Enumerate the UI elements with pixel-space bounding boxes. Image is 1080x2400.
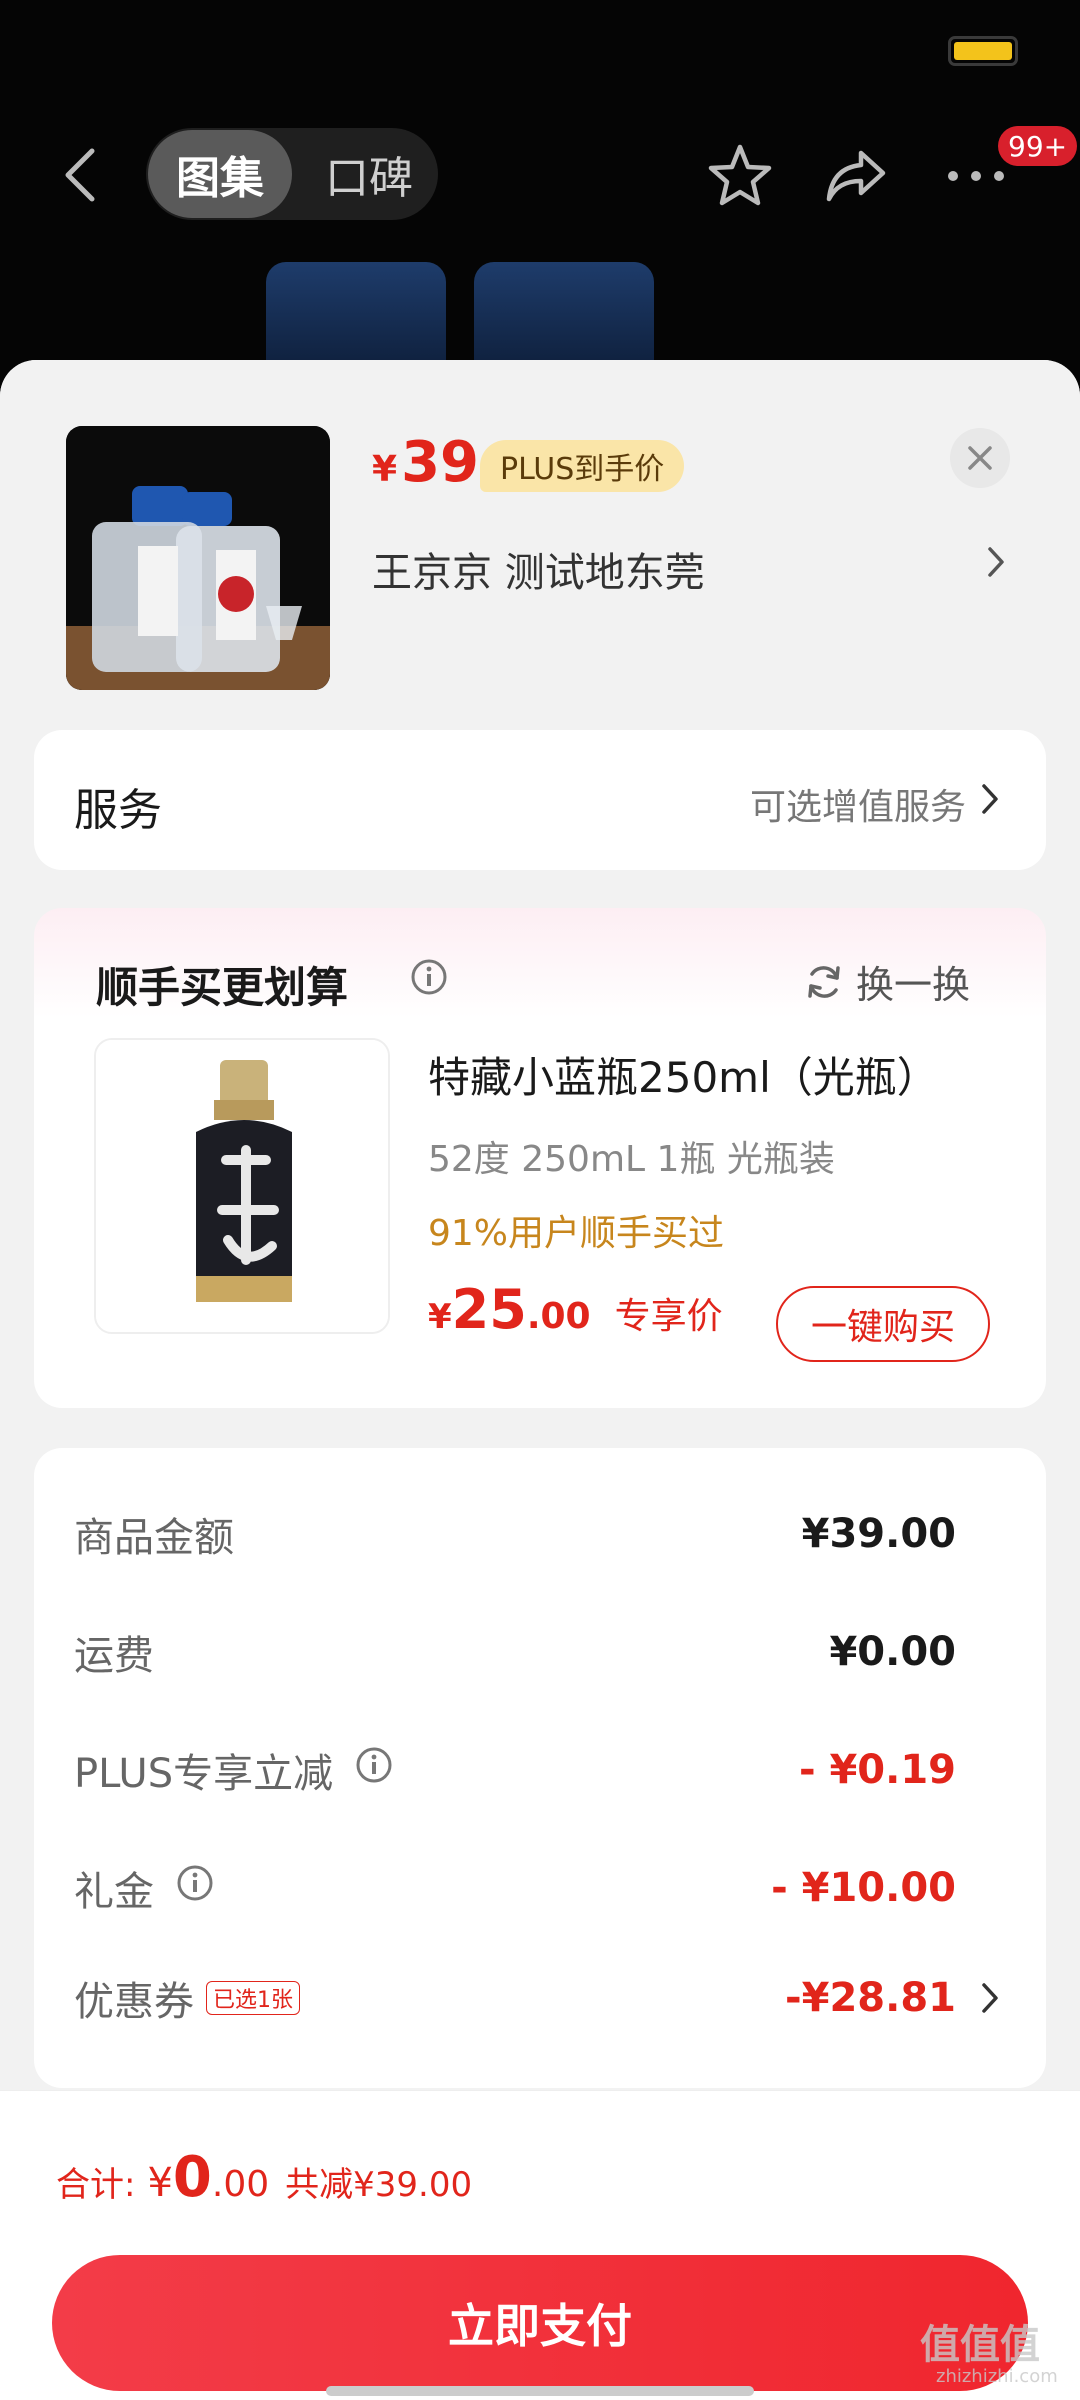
row-label: 商品金额: [74, 1515, 234, 1561]
row-value: - ¥10.00: [771, 1865, 956, 1911]
close-icon: [968, 446, 992, 470]
summary-row-shipping: 运费 ¥0.00: [74, 1622, 956, 1682]
service-label: 服务: [74, 785, 162, 836]
order-summary: 商品金额 ¥39.00 运费 ¥0.00 PLUS专享立减 - ¥0.19 礼金: [34, 1448, 1046, 2088]
chevron-right-icon[interactable]: [986, 545, 1006, 583]
row-value: - ¥0.19: [798, 1747, 956, 1793]
chevron-left-icon: [65, 148, 95, 202]
total-integer: 0: [172, 2145, 212, 2210]
favorite-button[interactable]: [702, 138, 778, 214]
close-button[interactable]: [950, 428, 1010, 488]
row-label: 运费: [74, 1633, 154, 1679]
share-button[interactable]: [818, 138, 894, 214]
swap-label: 换一换: [856, 963, 971, 1007]
home-indicator[interactable]: [326, 2386, 754, 2396]
upsell-title: 顺手买更划算: [96, 963, 349, 1012]
plus-price-tag: PLUS到手价: [480, 440, 685, 492]
info-icon[interactable]: [410, 958, 448, 1000]
price-decimal: .00: [526, 1296, 591, 1337]
currency-symbol: ¥: [372, 449, 398, 490]
product-gallery-header: 图集 口碑 99+: [0, 0, 1080, 420]
total-decimal: .00: [211, 2164, 270, 2205]
share-icon: [826, 150, 886, 202]
coupon-selected-chip: 已选1张: [206, 1981, 300, 2015]
product-price: ¥ 39: [372, 430, 479, 495]
row-label: 礼金: [74, 1869, 154, 1915]
row-label: PLUS专享立减: [74, 1751, 334, 1797]
upsell-product-spec: 52度 250mL 1瓶 光瓶装: [428, 1139, 835, 1180]
summary-row-subtotal: 商品金额 ¥39.00: [74, 1504, 956, 1564]
exclusive-price-label: 专享价: [614, 1296, 723, 1337]
pay-now-button[interactable]: 立即支付: [52, 2255, 1028, 2391]
swap-button[interactable]: 换一换: [804, 954, 970, 1009]
upsell-price: ¥ 25 .00 专享价: [428, 1278, 723, 1341]
summary-row-gift-money: 礼金 - ¥10.00: [74, 1858, 956, 1918]
row-label-group: 礼金: [74, 1859, 214, 1917]
info-icon[interactable]: [176, 1864, 214, 1912]
upsell-product-image[interactable]: [94, 1038, 390, 1334]
row-label: 优惠券: [74, 1979, 194, 2025]
watermark-url: zhizhizhi.com: [936, 2366, 1058, 2387]
chevron-right-icon: [980, 782, 1000, 820]
row-value: ¥0.00: [829, 1629, 956, 1675]
price-integer: 25: [451, 1278, 527, 1341]
star-icon: [708, 144, 772, 206]
price-value: 39: [401, 430, 479, 495]
summary-row-plus-discount: PLUS专享立减 - ¥0.19: [74, 1740, 956, 1800]
battery-icon: [948, 36, 1018, 66]
service-value: 可选增值服务: [749, 787, 966, 828]
upsell-product-name[interactable]: 特藏小蓝瓶250ml（光瓶）: [428, 1044, 939, 1105]
service-row[interactable]: 服务 可选增值服务: [34, 730, 1046, 870]
currency-symbol: ¥: [428, 1297, 452, 1337]
one-click-buy-button[interactable]: 一键购买: [776, 1286, 990, 1362]
delivery-address[interactable]: 王京京 测试地东莞: [372, 540, 705, 598]
row-value: ¥39.00: [801, 1511, 956, 1557]
order-total: 合计: ¥ 0 .00 共减¥39.00: [56, 2145, 472, 2210]
info-icon[interactable]: [355, 1746, 393, 1794]
back-button[interactable]: [50, 140, 110, 210]
product-summary: ¥ 39 PLUS到手价 王京京 测试地东莞: [0, 360, 1080, 730]
product-thumbnail: [66, 426, 330, 690]
row-label-group: PLUS专享立减: [74, 1741, 393, 1799]
upsell-purchase-stat: 91%用户顺手买过: [428, 1213, 725, 1254]
currency-symbol: ¥: [147, 2160, 173, 2206]
total-label: 合计:: [56, 2165, 136, 2205]
tab-gallery[interactable]: 图集: [148, 130, 292, 218]
chevron-right-icon[interactable]: [980, 1981, 1000, 2019]
upsell-card: 顺手买更划算 换一换 特藏小蓝瓶250ml（光瓶） 52度 250mL 1瓶 光…: [34, 908, 1046, 1408]
tab-reviews[interactable]: 口碑: [306, 130, 432, 218]
refresh-icon: [808, 965, 840, 998]
notification-badge: 99+: [998, 126, 1078, 166]
row-value: -¥28.81: [785, 1975, 956, 2021]
gallery-tab-switch: 图集 口碑: [146, 128, 438, 220]
total-saved: 共减¥39.00: [285, 2165, 473, 2205]
summary-row-coupon[interactable]: 优惠券 已选1张 -¥28.81: [74, 1968, 956, 2028]
product-image-peek: [474, 262, 654, 372]
watermark: 值值值: [920, 2322, 1040, 2368]
product-image-peek: [266, 262, 446, 372]
checkout-bar: 合计: ¥ 0 .00 共减¥39.00 立即支付: [0, 2090, 1080, 2400]
row-label-group: 优惠券 已选1张: [74, 1969, 300, 2027]
